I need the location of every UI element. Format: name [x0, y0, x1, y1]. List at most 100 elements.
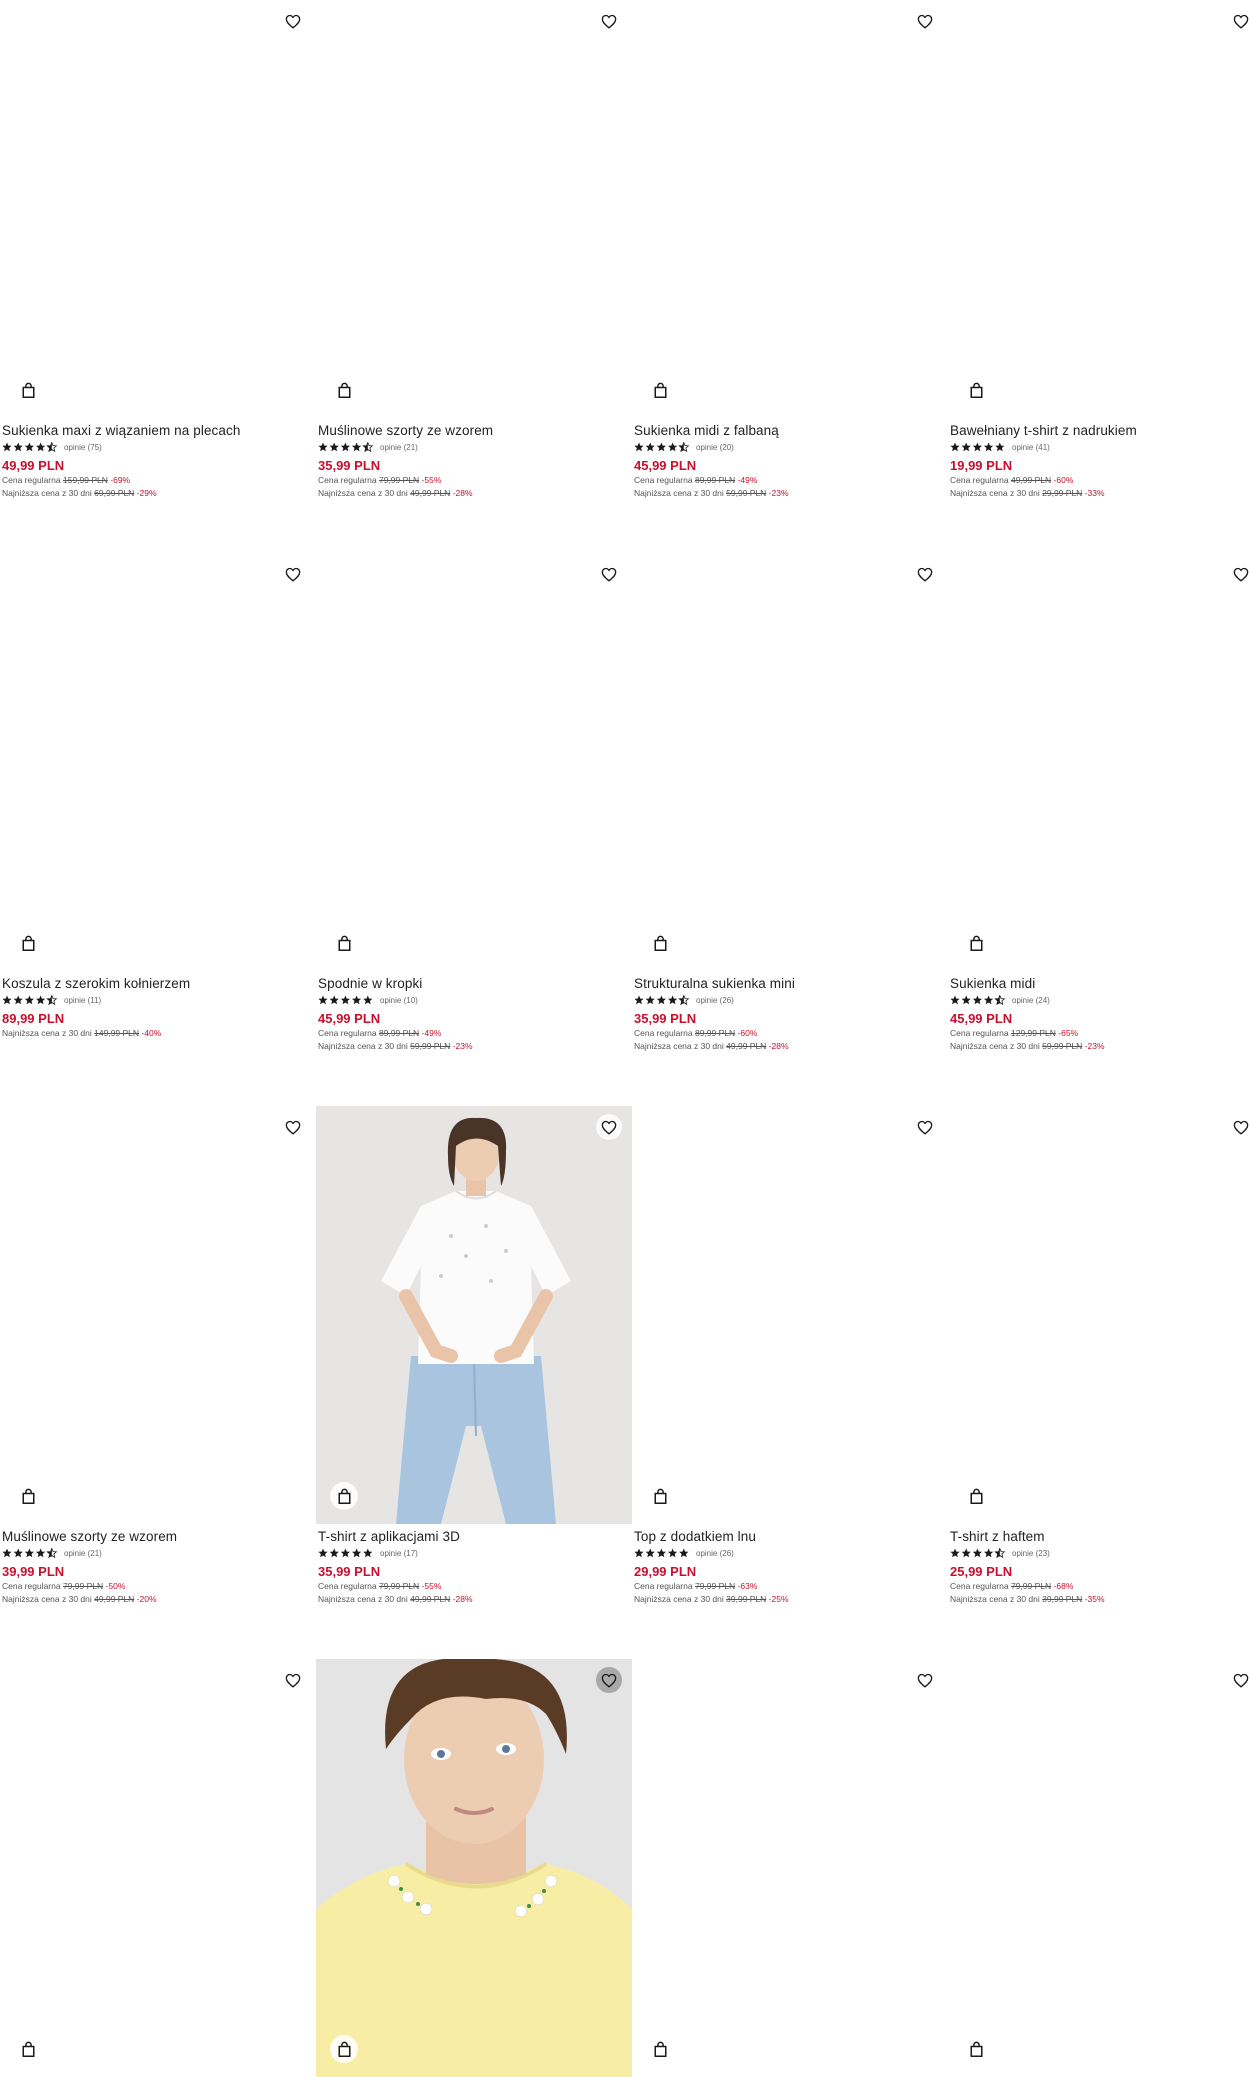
shopping-bag-icon[interactable]	[330, 1482, 358, 1510]
shopping-bag-icon[interactable]	[962, 376, 990, 404]
shopping-bag-icon[interactable]	[646, 929, 674, 957]
product-name[interactable]: Top z dodatkiem lnu	[634, 1528, 944, 1546]
review-count[interactable]: opinie (24)	[1012, 996, 1050, 1005]
product-info: Sukienka maxi z wiązaniem na plecach opi…	[2, 422, 312, 500]
product-image[interactable]	[0, 1106, 316, 1524]
product-image[interactable]	[632, 1106, 948, 1524]
review-count[interactable]: opinie (26)	[696, 996, 734, 1005]
review-count[interactable]: opinie (75)	[64, 443, 102, 452]
shopping-bag-icon[interactable]	[646, 376, 674, 404]
product-info: Muślinowe szorty ze wzorem opinie (21) 3…	[2, 1528, 312, 1606]
shopping-bag-icon[interactable]	[330, 376, 358, 404]
shopping-bag-icon[interactable]	[14, 1482, 42, 1510]
shopping-bag-icon[interactable]	[962, 1482, 990, 1510]
heart-icon[interactable]	[280, 8, 306, 34]
shopping-bag-icon[interactable]	[962, 2035, 990, 2063]
product-name[interactable]: Muślinowe szorty ze wzorem	[318, 422, 628, 440]
review-count[interactable]: opinie (21)	[380, 443, 418, 452]
product-image[interactable]	[316, 1659, 632, 2077]
regular-discount: -60%	[737, 1028, 758, 1038]
lowest-price: 59,99 PLN	[410, 1041, 451, 1051]
product-name[interactable]: Sukienka maxi z wiązaniem na plecach	[2, 422, 312, 440]
rating-stars-icon	[950, 1548, 1006, 1558]
product-name[interactable]: Spodnie w kropki	[318, 975, 628, 993]
regular-price-line: Cena regularna 89,99 PLN -49%	[318, 1027, 628, 1040]
shopping-bag-icon[interactable]	[330, 2035, 358, 2063]
lowest-price: 69,99 PLN	[94, 488, 135, 498]
regular-price: 79,99 PLN	[378, 475, 420, 485]
product-rating: opinie (26)	[634, 1547, 944, 1559]
product-image[interactable]	[316, 553, 632, 971]
heart-icon[interactable]	[912, 8, 938, 34]
product-image[interactable]	[632, 553, 948, 971]
lowest-price-label: Najniższa cena z 30 dni	[950, 1594, 1040, 1604]
lowest-price: 49,99 PLN	[94, 1594, 135, 1604]
heart-icon[interactable]	[1228, 8, 1250, 34]
lowest-price-line: Najniższa cena z 30 dni 59,99 PLN -23%	[950, 1040, 1250, 1053]
product-image[interactable]	[0, 553, 316, 971]
heart-icon[interactable]	[596, 561, 622, 587]
product-name[interactable]: Bawełniany t-shirt z nadrukiem	[950, 422, 1250, 440]
shopping-bag-icon[interactable]	[962, 929, 990, 957]
product-name[interactable]: Sukienka midi	[950, 975, 1250, 993]
regular-discount: -60%	[1053, 475, 1074, 485]
product-image[interactable]	[632, 1659, 948, 2077]
product-image[interactable]	[948, 0, 1250, 418]
product-photo-white-tshirt	[316, 1106, 632, 1524]
heart-icon[interactable]	[912, 1667, 938, 1693]
product-image[interactable]	[316, 0, 632, 418]
regular-price: 79,99 PLN	[1010, 1581, 1052, 1591]
product-image[interactable]	[948, 1106, 1250, 1524]
product-rating: opinie (17)	[318, 1547, 628, 1559]
review-count[interactable]: opinie (41)	[1012, 443, 1050, 452]
product-name[interactable]: Strukturalna sukienka mini	[634, 975, 944, 993]
heart-icon[interactable]	[912, 1114, 938, 1140]
regular-discount: -65%	[1058, 1028, 1079, 1038]
review-count[interactable]: opinie (23)	[1012, 1549, 1050, 1558]
product-image[interactable]	[948, 553, 1250, 971]
shopping-bag-icon[interactable]	[14, 2035, 42, 2063]
heart-icon[interactable]	[596, 1114, 622, 1140]
product-image[interactable]	[0, 0, 316, 418]
shopping-bag-icon[interactable]	[14, 376, 42, 404]
product-image[interactable]	[948, 1659, 1250, 2077]
shopping-bag-icon[interactable]	[330, 929, 358, 957]
review-count[interactable]: opinie (11)	[64, 996, 101, 1005]
heart-icon[interactable]	[280, 1667, 306, 1693]
product-name[interactable]: Sukienka midi z falbaną	[634, 422, 944, 440]
product-image[interactable]	[632, 0, 948, 418]
review-count[interactable]: opinie (17)	[380, 1549, 418, 1558]
heart-icon[interactable]	[596, 1667, 622, 1693]
product-name[interactable]: T-shirt z haftem	[950, 1528, 1250, 1546]
review-count[interactable]: opinie (10)	[380, 996, 418, 1005]
product-name[interactable]: Koszula z szerokim kołnierzem	[2, 975, 312, 993]
product-price: 35,99 PLN	[318, 458, 381, 473]
heart-icon[interactable]	[280, 561, 306, 587]
shopping-bag-icon[interactable]	[646, 1482, 674, 1510]
review-count[interactable]: opinie (26)	[696, 1549, 734, 1558]
heart-icon[interactable]	[1228, 561, 1250, 587]
heart-icon[interactable]	[1228, 1114, 1250, 1140]
lowest-price-line: Najniższa cena z 30 dni 49,99 PLN -28%	[318, 487, 628, 500]
product-image[interactable]	[0, 1659, 316, 2077]
product-name[interactable]: T-shirt z aplikacjami 3D	[318, 1528, 628, 1546]
lowest-price: 49,99 PLN	[410, 488, 451, 498]
review-count[interactable]: opinie (21)	[64, 1549, 102, 1558]
shopping-bag-icon[interactable]	[14, 929, 42, 957]
review-count[interactable]: opinie (20)	[696, 443, 734, 452]
product-info: Bawełniany t-shirt z nadrukiem opinie (4…	[950, 422, 1250, 500]
product-rating: opinie (75)	[2, 441, 312, 453]
shopping-bag-icon[interactable]	[646, 2035, 674, 2063]
heart-icon[interactable]	[596, 8, 622, 34]
regular-price: 79,99 PLN	[62, 1581, 104, 1591]
heart-icon[interactable]	[912, 561, 938, 587]
rating-stars-icon	[2, 442, 58, 452]
heart-icon[interactable]	[1228, 1667, 1250, 1693]
regular-price-line: Cena regularna 129,99 PLN -65%	[950, 1027, 1250, 1040]
lowest-discount: -28%	[452, 488, 473, 498]
product-name[interactable]: Muślinowe szorty ze wzorem	[2, 1528, 312, 1546]
lowest-price: 149,99 PLN	[94, 1028, 140, 1038]
product-image[interactable]	[316, 1106, 632, 1524]
heart-icon[interactable]	[280, 1114, 306, 1140]
lowest-discount: -23%	[768, 488, 789, 498]
